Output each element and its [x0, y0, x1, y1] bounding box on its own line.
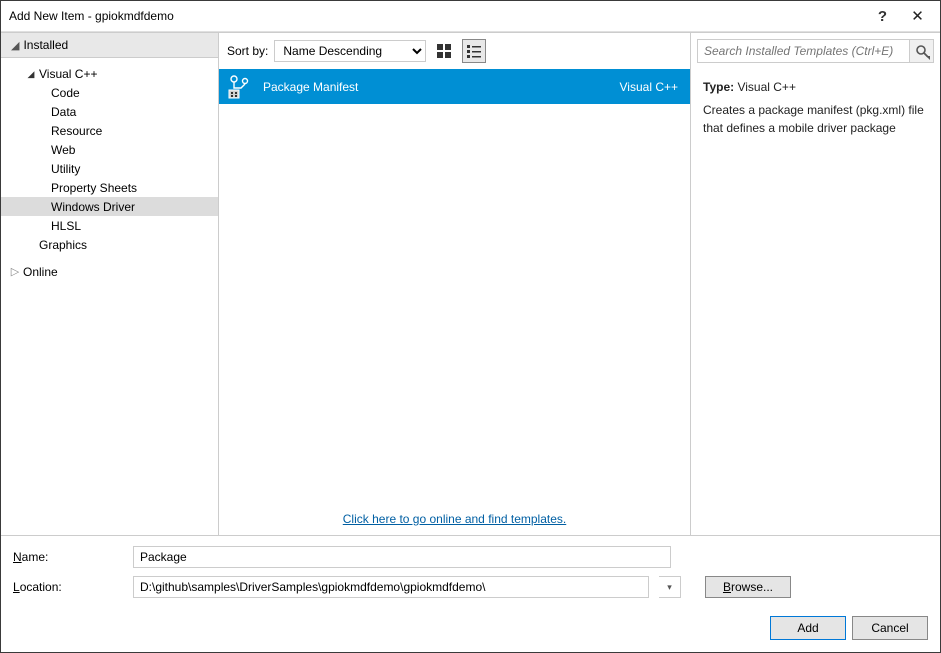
tree-item-visual-cpp[interactable]: Visual C++	[1, 64, 218, 83]
tree-item-label: Visual C++	[39, 67, 97, 81]
tree-item-data[interactable]: Data	[1, 102, 218, 121]
add-button[interactable]: Add	[770, 616, 846, 640]
name-row: Name:	[13, 546, 928, 568]
installed-header-label: Installed	[23, 38, 68, 52]
tree-item-label: Property Sheets	[51, 181, 137, 195]
chevron-right-icon	[9, 265, 21, 278]
tree-item-hlsl[interactable]: HLSL	[1, 216, 218, 235]
template-type-row: Type: Visual C++	[703, 79, 928, 96]
tree-item-label: Utility	[51, 162, 80, 176]
online-templates-link[interactable]: Click here to go online and find templat…	[343, 512, 566, 526]
chevron-down-icon	[25, 68, 37, 80]
view-tiles-button[interactable]	[432, 39, 456, 63]
sort-bar: Sort by: Name Descending	[219, 32, 690, 69]
tiles-icon	[437, 44, 451, 58]
tree-item-code[interactable]: Code	[1, 83, 218, 102]
list-icon	[467, 44, 481, 58]
name-field[interactable]	[133, 546, 671, 568]
category-tree: Visual C++ Code Data Resource Web Utilit…	[1, 58, 218, 535]
sort-select[interactable]: Name Descending	[274, 40, 426, 62]
chevron-down-icon: ◢	[11, 39, 19, 52]
browse-button[interactable]: Browse...	[705, 576, 791, 598]
help-button[interactable]: ?	[870, 8, 895, 25]
tree-item-label: HLSL	[51, 219, 81, 233]
search-icon	[915, 44, 929, 58]
tree-item-web[interactable]: Web	[1, 140, 218, 159]
bottom-form: Name: Location: ▾ Browse... Add Cancel	[1, 535, 940, 652]
type-value: Visual C++	[737, 80, 795, 94]
template-item-name: Package Manifest	[263, 80, 610, 94]
tree-item-label: Data	[51, 105, 76, 119]
template-item-language: Visual C++	[620, 80, 678, 94]
tree-item-resource[interactable]: Resource	[1, 121, 218, 140]
sort-label: Sort by:	[227, 44, 268, 58]
category-tree-pane: ◢ Installed Visual C++ Code Data Resourc…	[1, 32, 219, 535]
location-label: Location:	[13, 580, 123, 594]
tree-item-property-sheets[interactable]: Property Sheets	[1, 178, 218, 197]
tree-item-utility[interactable]: Utility	[1, 159, 218, 178]
action-buttons: Add Cancel	[13, 606, 928, 640]
template-description: Creates a package manifest (pkg.xml) fil…	[703, 102, 928, 137]
location-field[interactable]	[133, 576, 649, 598]
tree-item-label: Windows Driver	[51, 200, 135, 214]
template-info: Type: Visual C++ Creates a package manif…	[691, 69, 940, 147]
details-pane: Type: Visual C++ Creates a package manif…	[690, 32, 940, 535]
close-button[interactable]: ✕	[895, 1, 940, 31]
type-label: Type:	[703, 80, 734, 94]
location-row: Location: ▾ Browse...	[13, 576, 928, 598]
package-manifest-icon	[227, 74, 253, 100]
name-label: Name:	[13, 550, 123, 564]
window-title: Add New Item - gpiokmdfdemo	[9, 9, 870, 23]
tree-item-label: Web	[51, 143, 75, 157]
tree-item-label: Code	[51, 86, 80, 100]
tree-item-windows-driver[interactable]: Windows Driver	[1, 197, 218, 216]
template-item-package-manifest[interactable]: Package Manifest Visual C++	[219, 69, 690, 104]
tree-item-label: Graphics	[39, 238, 87, 252]
title-bar: Add New Item - gpiokmdfdemo ? ✕	[1, 1, 940, 31]
tree-item-graphics[interactable]: Graphics	[1, 235, 218, 254]
tree-item-label: Online	[23, 265, 58, 279]
tree-item-label: Resource	[51, 124, 102, 138]
search-bar	[691, 32, 940, 69]
templates-list: Package Manifest Visual C++	[219, 69, 690, 503]
cancel-button[interactable]: Cancel	[852, 616, 928, 640]
tree-item-online[interactable]: Online	[1, 262, 218, 281]
location-dropdown-button[interactable]: ▾	[659, 576, 681, 598]
search-button[interactable]	[910, 39, 934, 63]
templates-pane: Sort by: Name Descending	[219, 32, 690, 535]
installed-header[interactable]: ◢ Installed	[1, 32, 218, 58]
online-templates-bar: Click here to go online and find templat…	[219, 503, 690, 535]
view-list-button[interactable]	[462, 39, 486, 63]
search-input[interactable]	[697, 39, 910, 63]
